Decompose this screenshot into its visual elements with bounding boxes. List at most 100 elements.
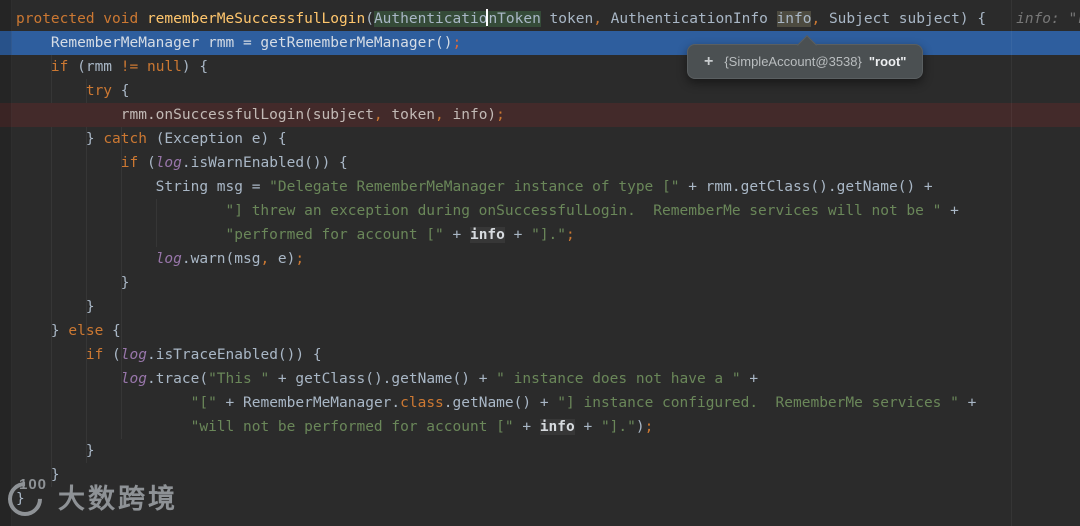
code-token: log bbox=[155, 251, 182, 267]
code-line[interactable]: "[" + RememberMeManager.class.getName() … bbox=[0, 391, 1080, 415]
code-token: RememberMeManager rmm = getRememberMeMan… bbox=[16, 35, 453, 51]
code-token: (Exception e) { bbox=[146, 131, 287, 147]
code-token: + bbox=[740, 371, 759, 387]
code-token: info bbox=[469, 227, 505, 243]
code-token: ( bbox=[138, 155, 156, 171]
watermark-label: 大数跨境 bbox=[58, 483, 178, 514]
code-token: catch bbox=[103, 131, 147, 147]
code-token: } bbox=[16, 275, 130, 291]
code-token: "] instance configured. RememberMe servi… bbox=[557, 395, 959, 411]
code-token: "will not be performed for account [" bbox=[190, 419, 514, 435]
code-token: , bbox=[593, 11, 602, 27]
code-line[interactable]: "will not be performed for account [" + … bbox=[0, 415, 1080, 439]
debugger-value-tooltip[interactable]: + {SimpleAccount@3538} "root" bbox=[687, 35, 924, 79]
code-line[interactable]: String msg = "Delegate RememberMeManager… bbox=[0, 175, 1080, 199]
code-token: ( bbox=[365, 11, 374, 27]
code-token: ; bbox=[295, 251, 305, 267]
code-token: "Delegate RememberMeManager instance of … bbox=[269, 179, 680, 195]
code-token: if bbox=[50, 59, 69, 75]
code-token: null bbox=[146, 59, 182, 75]
tooltip-object-value: "root" bbox=[868, 54, 907, 69]
code-token: info) bbox=[443, 107, 497, 123]
code-line[interactable]: } catch (Exception e) { bbox=[0, 127, 1080, 151]
code-token: .isWarnEnabled()) { bbox=[181, 155, 348, 171]
code-line[interactable]: } bbox=[0, 439, 1080, 463]
code-token: != bbox=[120, 59, 139, 75]
code-token: info: "r bbox=[1016, 11, 1080, 27]
code-token: token bbox=[382, 107, 436, 123]
code-line[interactable]: if (log.isTraceEnabled()) { bbox=[0, 343, 1080, 367]
tooltip-object-reference: {SimpleAccount@3538} bbox=[724, 54, 862, 69]
code-line[interactable]: rmm.onSuccessfulLogin(subject, token, in… bbox=[0, 103, 1080, 127]
code-token: + getClass().getName() + bbox=[269, 371, 497, 387]
code-token: ; bbox=[644, 419, 654, 435]
editor-gutter[interactable] bbox=[0, 0, 12, 526]
code-token: + rmm.getClass().getName() + bbox=[679, 179, 933, 195]
watermark-logo-icon: 100 bbox=[0, 474, 50, 524]
code-token: class bbox=[400, 395, 444, 411]
code-token: ; bbox=[496, 107, 505, 123]
code-token: .isTraceEnabled()) { bbox=[146, 347, 322, 363]
code-line[interactable]: "performed for account [" + info + "]."; bbox=[0, 223, 1080, 247]
code-token: + RememberMeManager. bbox=[216, 395, 401, 411]
code-token: if bbox=[85, 347, 104, 363]
code-token: "]." bbox=[600, 419, 636, 435]
code-token: + bbox=[958, 395, 977, 411]
code-token: } bbox=[16, 323, 69, 339]
code-token: } bbox=[16, 299, 95, 315]
watermark: 100 大数跨境 bbox=[0, 474, 178, 524]
code-token: nToken bbox=[488, 11, 541, 27]
code-token: + bbox=[443, 227, 470, 243]
code-line[interactable]: log.warn(msg, e); bbox=[0, 247, 1080, 271]
code-token: " instance does not have a " bbox=[496, 371, 741, 387]
code-token: Subject subject bbox=[820, 11, 960, 27]
code-token: rememberMeSuccessfulLogin bbox=[146, 11, 366, 27]
code-token: ) bbox=[635, 419, 645, 435]
code-token: "]." bbox=[531, 227, 567, 243]
code-token: AuthenticationInfo bbox=[601, 11, 777, 27]
code-token: + bbox=[941, 203, 959, 219]
code-token: "[" bbox=[190, 395, 217, 411]
code-line[interactable]: } else { bbox=[0, 319, 1080, 343]
code-editor: protected void rememberMeSuccessfulLogin… bbox=[0, 0, 1080, 526]
code-token: protected void bbox=[16, 11, 147, 27]
code-token: e) bbox=[269, 251, 296, 267]
code-token: log bbox=[155, 155, 182, 171]
code-token: "performed for account [" bbox=[225, 227, 444, 243]
code-token: ) { bbox=[181, 59, 209, 75]
code-line[interactable]: if (log.isWarnEnabled()) { bbox=[0, 151, 1080, 175]
code-token: .getName() + bbox=[443, 395, 558, 411]
code-token: ; bbox=[566, 227, 575, 243]
code-token: , bbox=[811, 11, 821, 27]
code-token: , bbox=[435, 107, 444, 123]
code-token: , bbox=[373, 107, 383, 123]
code-line[interactable]: protected void rememberMeSuccessfulLogin… bbox=[0, 7, 1080, 31]
code-line[interactable]: try { bbox=[0, 79, 1080, 103]
code-token: { bbox=[103, 323, 121, 339]
code-line[interactable]: } bbox=[0, 271, 1080, 295]
code-line[interactable]: log.trace("This " + getClass().getName()… bbox=[0, 367, 1080, 391]
expand-plus-icon[interactable]: + bbox=[704, 53, 713, 71]
code-token: + bbox=[513, 419, 540, 435]
code-token: else bbox=[68, 323, 104, 339]
code-token: ( bbox=[103, 347, 121, 363]
code-token: { bbox=[112, 83, 130, 99]
code-token: ) { bbox=[959, 11, 987, 27]
code-token: Authenticatio bbox=[373, 11, 488, 27]
code-token: if bbox=[120, 155, 139, 171]
watermark-logo-number: 100 bbox=[19, 476, 48, 493]
code-token: , bbox=[260, 251, 270, 267]
code-line[interactable]: } bbox=[0, 295, 1080, 319]
right-margin-guide bbox=[1011, 0, 1012, 526]
code-line[interactable]: "] threw an exception during onSuccessfu… bbox=[0, 199, 1080, 223]
